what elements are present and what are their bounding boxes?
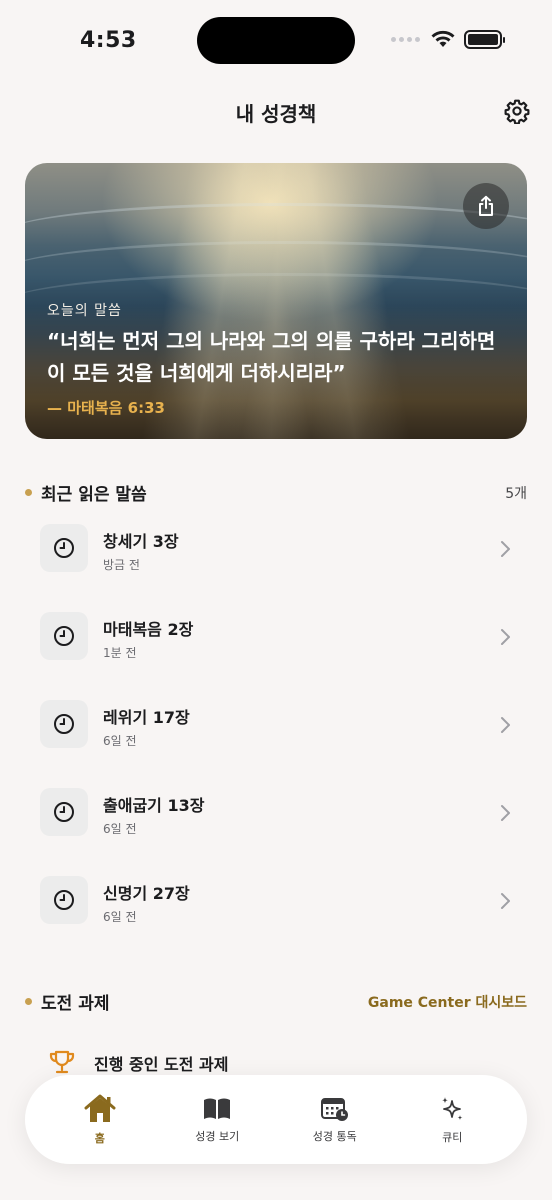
item-time: 1분 전	[103, 646, 137, 660]
home-icon	[84, 1094, 116, 1122]
history-clock-icon	[40, 700, 88, 748]
tab-home-label: 홈	[94, 1131, 105, 1145]
item-title: 신명기 27장	[103, 884, 190, 903]
tab-qt-label: 큐티	[442, 1130, 463, 1144]
item-time: 방금 전	[103, 558, 140, 572]
section-bullet	[25, 998, 32, 1005]
cellular-signal-icon	[391, 37, 420, 42]
status-time: 4:53	[80, 28, 137, 53]
trophy-icon	[49, 1050, 75, 1074]
verse-text: “너희는 먼저 그의 나라와 그의 의를 구하라 그리하면 이 모든 것을 너희…	[47, 329, 496, 385]
list-item[interactable]: 레위기 17장 6일 전	[40, 700, 520, 788]
challenge-item[interactable]: 진행 중인 도전 과제	[48, 1050, 228, 1076]
status-icons	[391, 30, 505, 49]
history-clock-icon	[40, 876, 88, 924]
item-time: 6일 전	[103, 910, 137, 924]
chevron-right-icon	[501, 541, 510, 557]
tab-bible-reading[interactable]: 성경 통독	[280, 1096, 390, 1144]
section-bullet	[25, 489, 32, 496]
history-clock-icon	[40, 524, 88, 572]
tab-qt[interactable]: 큐티	[397, 1095, 507, 1145]
page-title: 내 성경책	[235, 102, 317, 126]
chevron-right-icon	[501, 805, 510, 821]
calendar-clock-icon	[320, 1097, 348, 1121]
recent-section-title: 최근 읽은 말씀	[41, 485, 147, 505]
history-clock-icon	[40, 788, 88, 836]
dynamic-island	[197, 17, 355, 64]
recent-list: 창세기 3장 방금 전 마태복음 2장 1분 전 레위기 17장 6일 전 출애…	[40, 524, 520, 964]
tab-home[interactable]: 홈	[45, 1094, 155, 1146]
sparkles-icon	[442, 1096, 463, 1120]
item-title: 마태복음 2장	[103, 620, 194, 639]
tab-bible-reading-label: 성경 통독	[312, 1129, 357, 1143]
history-clock-icon	[40, 612, 88, 660]
list-item[interactable]: 출애굽기 13장 6일 전	[40, 788, 520, 876]
chevron-right-icon	[501, 629, 510, 645]
battery-icon	[464, 30, 505, 49]
recent-section-header: 최근 읽은 말씀 5개	[25, 480, 527, 505]
tab-bible-view-label: 성경 보기	[195, 1129, 240, 1143]
game-center-dashboard-link[interactable]: Game Center 대시보드	[368, 992, 527, 1012]
share-button[interactable]	[463, 183, 509, 229]
share-icon	[479, 195, 493, 216]
list-item[interactable]: 마태복음 2장 1분 전	[40, 612, 520, 700]
list-item[interactable]: 창세기 3장 방금 전	[40, 524, 520, 612]
item-time: 6일 전	[103, 734, 137, 748]
recent-count: 5개	[505, 485, 527, 502]
tab-bar: 홈 성경 보기 성경 통독 큐티	[25, 1075, 527, 1164]
status-bar: 4:53	[0, 0, 552, 84]
list-item[interactable]: 신명기 27장 6일 전	[40, 876, 520, 964]
item-time: 6일 전	[103, 822, 137, 836]
wifi-icon	[431, 30, 455, 47]
item-title: 창세기 3장	[103, 532, 179, 551]
item-title: 출애굽기 13장	[103, 796, 205, 815]
daily-verse-card[interactable]: 오늘의 말씀 “너희는 먼저 그의 나라와 그의 의를 구하라 그리하면 이 모…	[25, 163, 527, 439]
challenges-section-header: 도전 과제 Game Center 대시보드	[25, 989, 527, 1014]
item-title: 레위기 17장	[103, 708, 190, 727]
chevron-right-icon	[501, 893, 510, 909]
challenge-title: 진행 중인 도전 과제	[94, 1055, 229, 1074]
gear-icon[interactable]	[504, 98, 530, 124]
chevron-right-icon	[501, 717, 510, 733]
challenges-section-title: 도전 과제	[41, 994, 110, 1014]
book-icon	[204, 1098, 231, 1119]
verse-label: 오늘의 말씀	[47, 303, 122, 319]
verse-reference: — 마태복음 6:33	[47, 399, 165, 417]
tab-bible-view[interactable]: 성경 보기	[162, 1096, 272, 1144]
